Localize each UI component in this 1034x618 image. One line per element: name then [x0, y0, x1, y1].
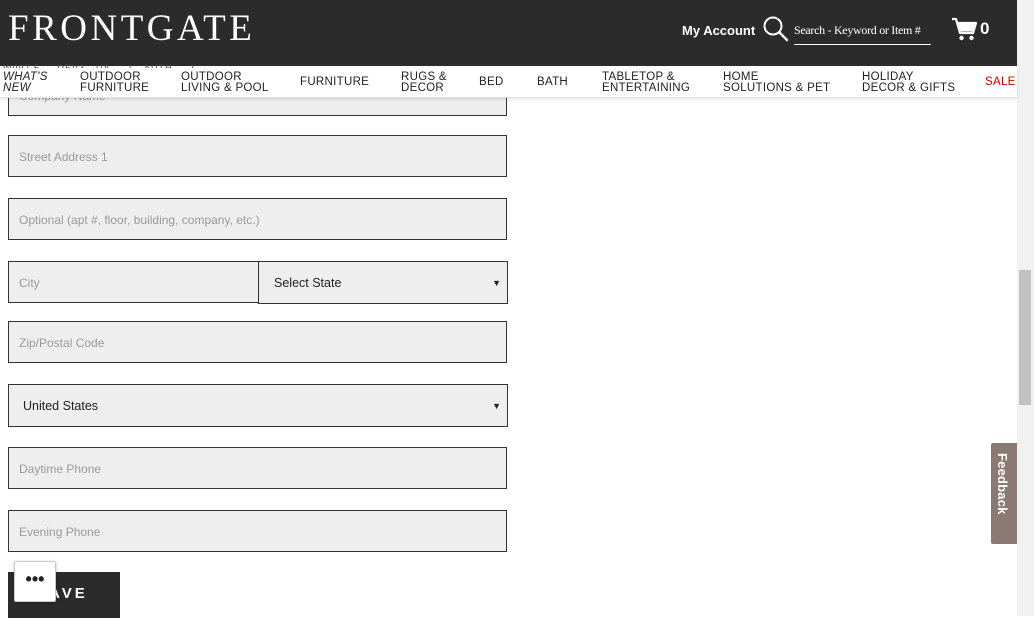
- nav-bath[interactable]: BATH: [537, 76, 568, 88]
- nav-outdoor-living-pool[interactable]: OUTDOOR LIVING & POOL: [181, 71, 269, 94]
- my-account-link[interactable]: My Account: [682, 23, 755, 38]
- country-select-value: United States: [23, 399, 99, 413]
- daytime-phone-field[interactable]: Daytime Phone: [8, 447, 507, 489]
- scrollbar-thumb[interactable]: [1019, 270, 1031, 405]
- zip-postal-code-field[interactable]: Zip/Postal Code: [8, 321, 507, 363]
- state-select-value: Select State: [274, 276, 342, 290]
- nav-furniture[interactable]: FURNITURE: [300, 76, 369, 88]
- more-options-button[interactable]: •••: [14, 561, 56, 602]
- search-input[interactable]: Search - Keyword or Item #: [794, 22, 931, 45]
- street-address-2-field[interactable]: Optional (apt #, floor, building, compan…: [8, 198, 507, 240]
- chevron-down-icon: ▼: [492, 278, 501, 288]
- street-address-1-field[interactable]: Street Address 1: [8, 135, 507, 177]
- shopping-cart-icon[interactable]: [951, 16, 978, 42]
- feedback-tab[interactable]: Feedback: [991, 443, 1017, 544]
- state-select[interactable]: Select State ▼: [258, 261, 508, 304]
- nav-holiday-decor-gifts[interactable]: HOLIDAY DECOR & GIFTS: [862, 71, 955, 94]
- nav-whats-new[interactable]: WHAT'S NEW: [3, 71, 48, 94]
- main-navigation: WHAT'S NEW OUTDOOR FURNITURE OUTDOOR LIV…: [0, 68, 1017, 98]
- page-scrollbar[interactable]: [1017, 0, 1034, 616]
- chevron-down-icon: ▼: [492, 401, 501, 411]
- cart-count[interactable]: 0: [980, 19, 989, 39]
- frontgate-logo[interactable]: FRONTGATE: [8, 7, 255, 50]
- nav-tabletop-entertaining[interactable]: TABLETOP & ENTERTAINING: [602, 71, 690, 94]
- feedback-label: Feedback: [995, 453, 1010, 515]
- city-field[interactable]: City: [8, 261, 259, 303]
- nav-home-solutions-pet[interactable]: HOME SOLUTIONS & PET: [723, 71, 830, 94]
- country-select[interactable]: United States ▼: [8, 384, 508, 427]
- evening-phone-field[interactable]: Evening Phone: [8, 510, 507, 552]
- nav-outdoor-furniture[interactable]: OUTDOOR FURNITURE: [80, 71, 149, 94]
- nav-rugs-decor[interactable]: RUGS & DECOR: [401, 71, 447, 94]
- search-icon[interactable]: [762, 15, 790, 43]
- nav-bed[interactable]: BED: [479, 76, 504, 88]
- site-header: FRONTGATE My Account Search - Keyword or…: [0, 0, 1017, 66]
- nav-sale[interactable]: SALE: [985, 76, 1016, 88]
